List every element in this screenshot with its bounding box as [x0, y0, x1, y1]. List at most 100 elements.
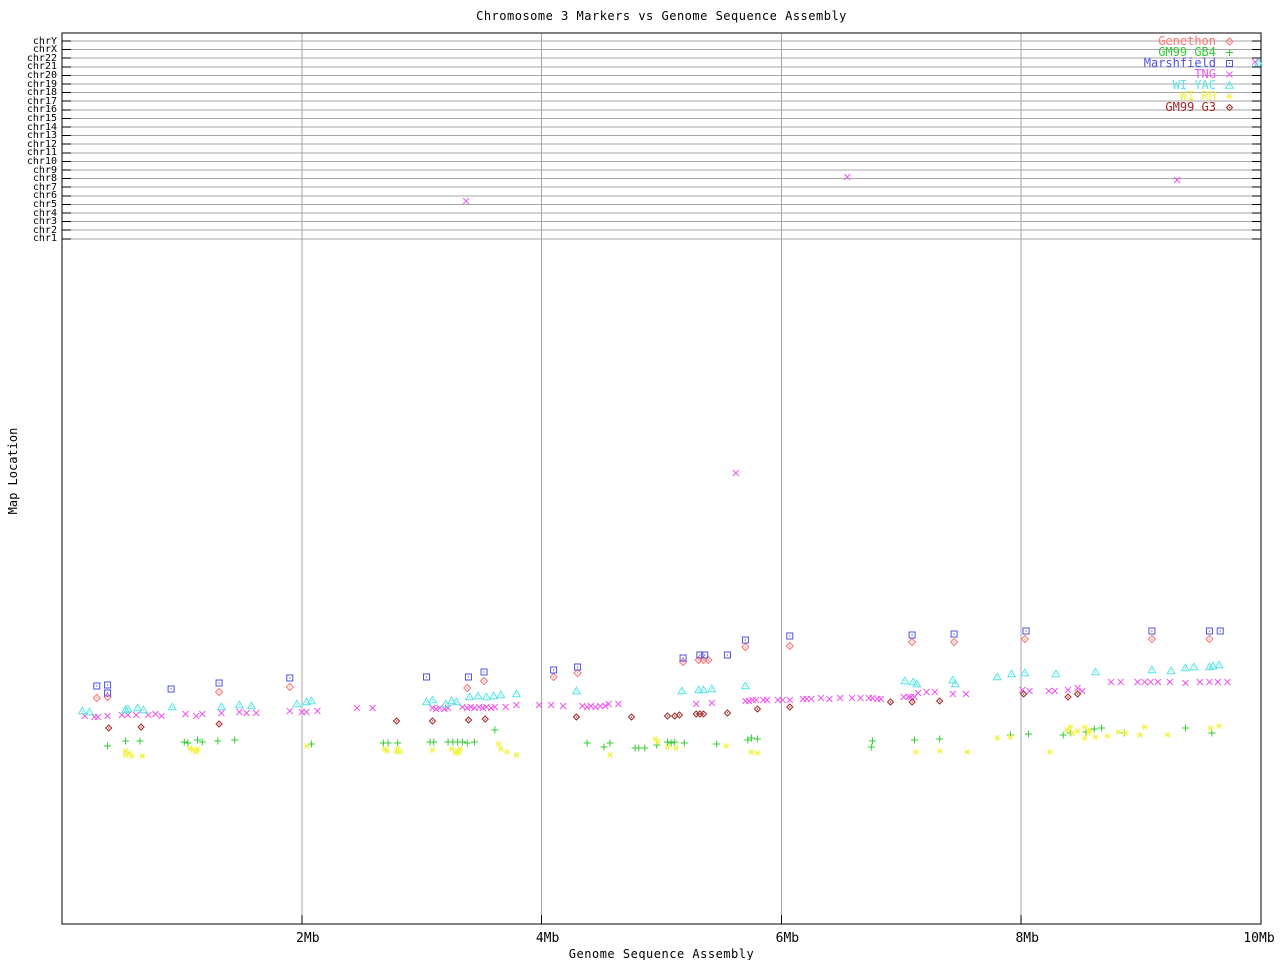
data-point	[1064, 693, 1072, 701]
data-point	[1214, 678, 1222, 686]
data-point	[836, 694, 844, 702]
series-wi-rh	[122, 722, 1223, 760]
asterisk-icon	[1226, 93, 1233, 100]
data-point	[936, 735, 944, 743]
data-point	[105, 724, 113, 732]
x-tick-label-4Mb: 4Mb	[535, 931, 560, 946]
data-point	[392, 717, 401, 725]
series-tng	[81, 58, 1259, 721]
y-tick-label-chr1: chr1	[32, 233, 57, 245]
data-point	[1147, 678, 1155, 686]
data-point	[502, 703, 509, 711]
data-point	[753, 735, 761, 743]
plot-area	[61, 32, 1264, 925]
data-point	[641, 744, 649, 752]
data-point	[549, 672, 558, 682]
data-point	[869, 737, 877, 745]
data-point	[93, 682, 101, 690]
data-point	[180, 738, 188, 746]
data-point	[949, 690, 957, 698]
data-point	[931, 688, 939, 696]
data-point	[583, 739, 591, 747]
data-point	[464, 673, 472, 681]
x-axis-label: Genome Sequence Assembly	[568, 947, 755, 960]
data-point	[763, 696, 771, 704]
data-point	[817, 694, 825, 702]
data-point	[653, 741, 661, 749]
data-point	[292, 699, 302, 708]
data-point	[422, 673, 430, 681]
data-point	[428, 717, 437, 725]
data-point	[215, 720, 223, 728]
data-point	[907, 637, 917, 647]
data-point	[950, 679, 960, 688]
data-point	[1224, 678, 1231, 686]
data-point	[464, 716, 473, 724]
series-gm99-gb4	[104, 724, 1216, 752]
data-point	[496, 690, 506, 699]
data-point	[1090, 667, 1101, 676]
data-point	[1092, 733, 1099, 741]
data-point	[394, 739, 402, 747]
data-point	[672, 744, 679, 752]
data-point	[723, 651, 731, 659]
data-point	[167, 685, 175, 693]
data-point	[935, 697, 944, 705]
data-point	[511, 689, 522, 698]
data-point	[1081, 723, 1088, 731]
data-point	[1164, 731, 1171, 739]
data-point	[103, 692, 112, 702]
data-point	[137, 723, 145, 731]
data-point	[741, 636, 749, 644]
data-point	[104, 681, 112, 689]
diamond-dot-icon	[1225, 37, 1234, 46]
x-icon	[1226, 71, 1233, 78]
data-point	[936, 747, 943, 755]
data-point	[94, 713, 102, 721]
data-point	[122, 737, 130, 745]
data-point	[158, 712, 165, 720]
data-point	[1046, 748, 1053, 756]
data-point	[786, 632, 794, 640]
data-point	[786, 703, 794, 711]
data-point	[215, 679, 223, 687]
data-point	[353, 704, 361, 712]
data-point	[964, 748, 971, 756]
data-point	[495, 740, 502, 748]
data-point	[671, 738, 679, 746]
data-point	[753, 705, 762, 713]
data-point	[458, 738, 466, 746]
data-point	[1147, 665, 1157, 674]
data-point	[152, 710, 159, 718]
data-point	[877, 695, 885, 703]
series-genethon	[92, 634, 1214, 703]
legend-item-gm99-g3: GM99 G3	[1040, 101, 1236, 113]
triangle-dot-icon	[1224, 80, 1235, 89]
data-point	[252, 709, 260, 717]
data-point	[306, 696, 317, 705]
data-point	[1216, 722, 1223, 730]
data-point	[713, 740, 721, 748]
data-point	[427, 695, 438, 704]
data-point	[949, 637, 959, 647]
data-point	[214, 687, 224, 697]
data-point	[77, 706, 88, 715]
data-point	[732, 469, 740, 477]
data-point	[1173, 176, 1181, 184]
data-point	[464, 692, 475, 701]
data-point	[1148, 627, 1156, 635]
data-point	[635, 744, 643, 752]
data-point	[84, 707, 95, 716]
data-point	[1206, 678, 1213, 686]
data-point	[962, 690, 970, 698]
data-point	[1098, 724, 1106, 732]
data-point	[198, 710, 206, 718]
box-dot-icon	[1226, 60, 1233, 67]
data-point	[246, 701, 257, 710]
data-point	[1205, 634, 1214, 644]
data-point	[1059, 731, 1067, 739]
data-point	[559, 702, 567, 710]
data-point	[216, 702, 227, 711]
data-point	[1045, 687, 1053, 695]
data-point	[192, 712, 200, 720]
